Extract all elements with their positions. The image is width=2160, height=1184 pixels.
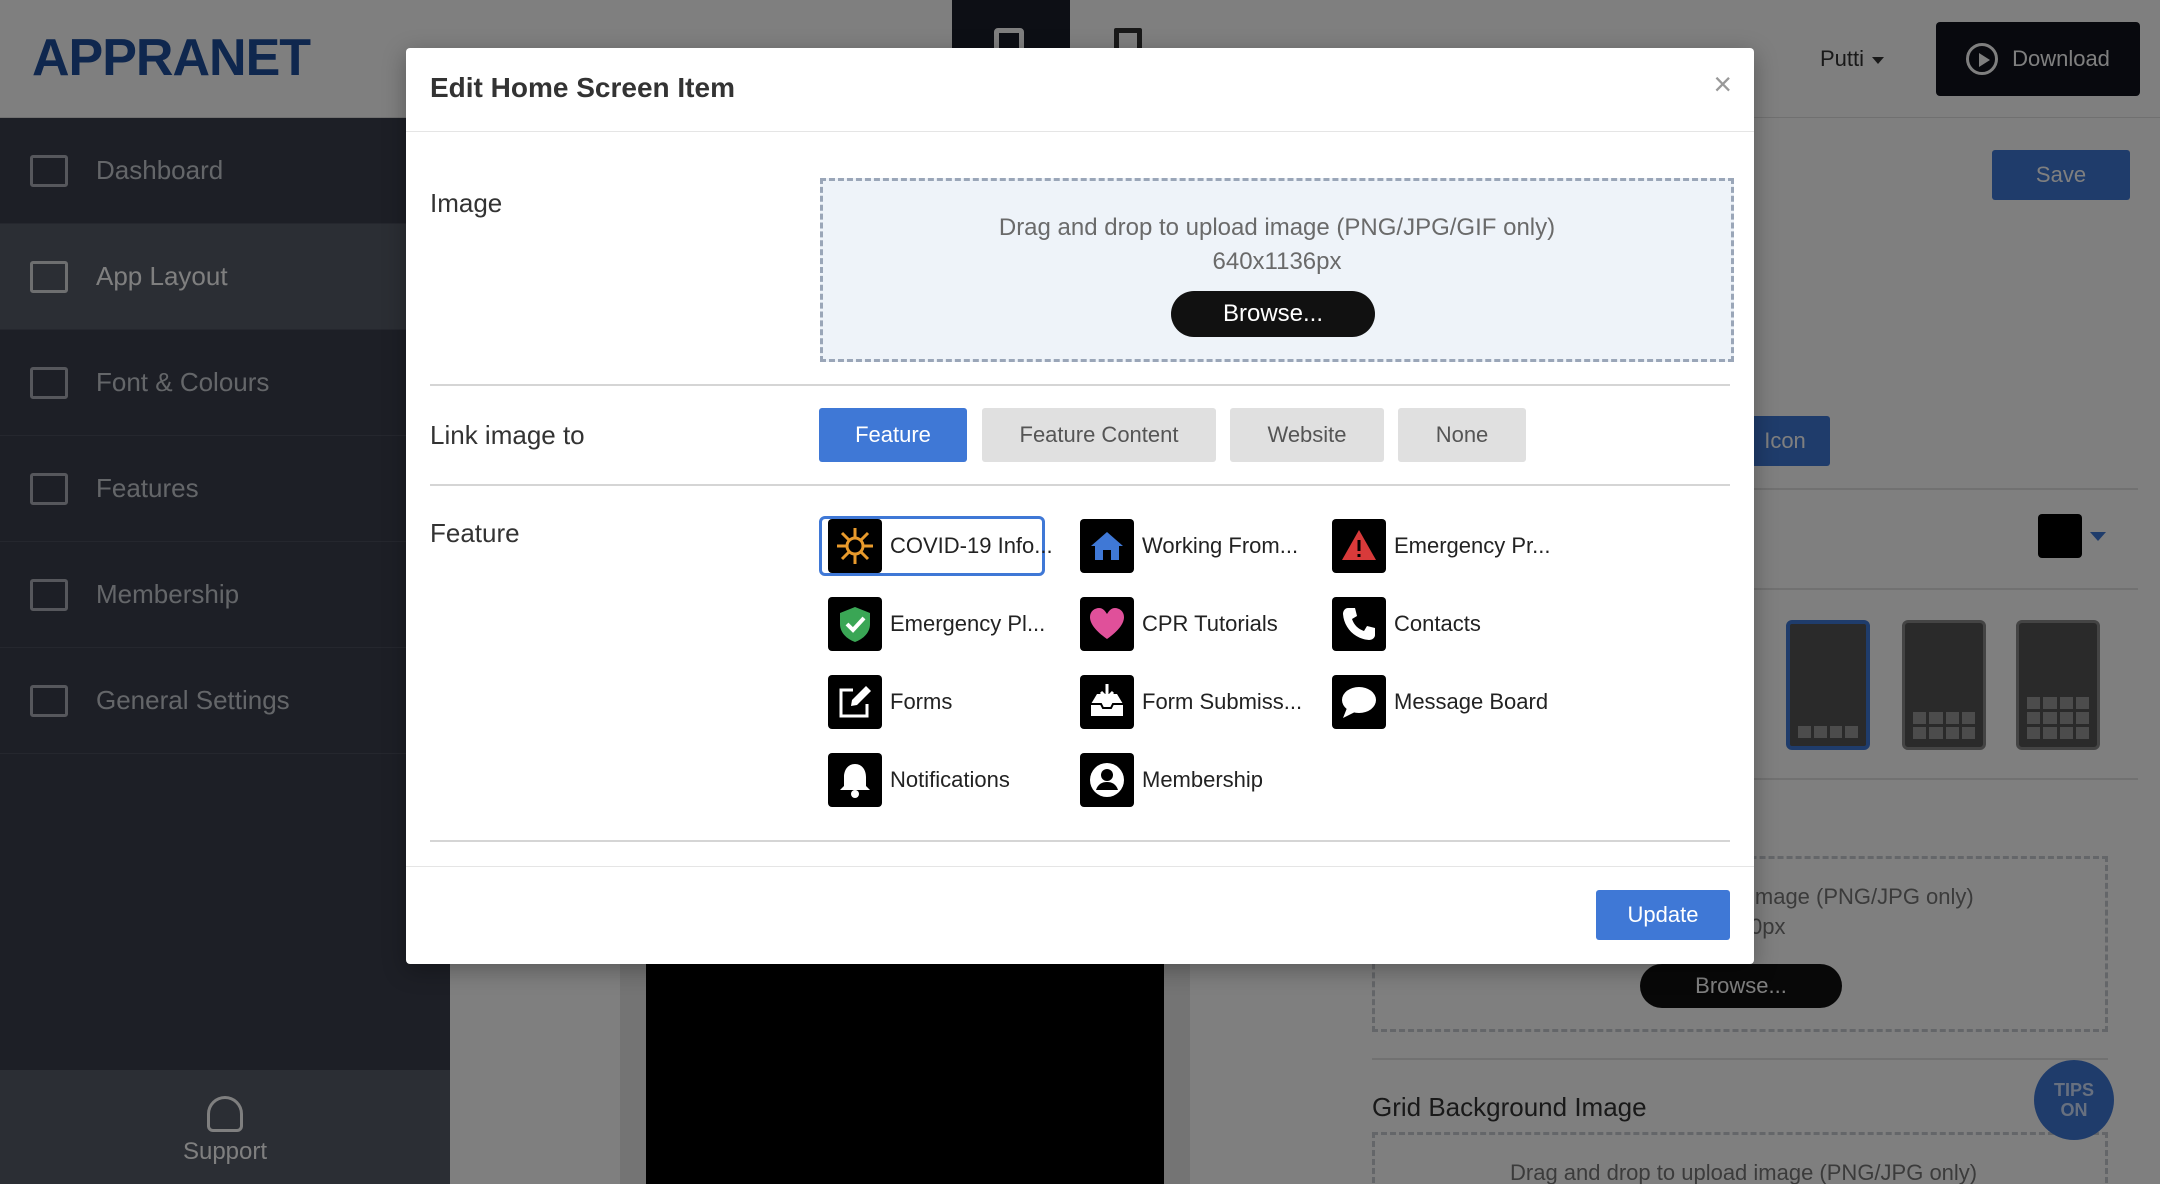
- link-image-to-label: Link image to: [430, 420, 585, 450]
- inbox-icon: [1080, 675, 1134, 729]
- link-option-feature[interactable]: Feature: [819, 408, 967, 462]
- feature-label: Message Board: [1394, 689, 1549, 714]
- shield-check-icon: [828, 597, 882, 651]
- feature-label: Working From...: [1142, 533, 1299, 558]
- user-circle-icon: [1080, 753, 1134, 807]
- modal-footer-divider: [406, 866, 1754, 867]
- feature-option-form-submissions[interactable]: Form Submiss...: [1071, 672, 1302, 732]
- feature-label: COVID-19 Info...: [890, 533, 1053, 558]
- link-option-website[interactable]: Website: [1230, 408, 1384, 462]
- warning-icon: [1332, 519, 1386, 573]
- modal-title: Edit Home Screen Item: [430, 72, 735, 103]
- feature-option-notifications[interactable]: Notifications: [819, 750, 1045, 810]
- feature-label: Contacts: [1394, 611, 1481, 636]
- edit-form-icon: [828, 675, 882, 729]
- feature-label: Emergency Pl...: [890, 611, 1046, 636]
- feature-option-membership[interactable]: Membership: [1071, 750, 1297, 810]
- feature-label: Feature: [430, 518, 520, 548]
- divider: [430, 484, 1730, 486]
- feature-option-covid-19[interactable]: COVID-19 Info...: [819, 516, 1053, 576]
- feature-label: Form Submiss...: [1142, 689, 1303, 714]
- feature-option-emergency-pl[interactable]: Emergency Pl...: [819, 594, 1045, 654]
- heart-icon: [1080, 597, 1134, 651]
- virus-icon: [828, 519, 882, 573]
- modal-header: Edit Home Screen Item ×: [406, 48, 1754, 132]
- edit-home-screen-item-modal: Edit Home Screen Item × Image Drag and d…: [406, 48, 1754, 964]
- home-icon: [1080, 519, 1134, 573]
- image-upload-dropzone[interactable]: Drag and drop to upload image (PNG/JPG/G…: [814, 172, 1740, 368]
- browse-button[interactable]: Browse...: [1171, 291, 1375, 337]
- feature-option-emergency-pr[interactable]: Emergency Pr...: [1323, 516, 1551, 576]
- feature-label: Membership: [1142, 767, 1264, 792]
- feature-option-forms[interactable]: Forms: [819, 672, 1045, 732]
- feature-option-working-from[interactable]: Working From...: [1071, 516, 1299, 576]
- divider: [430, 384, 1730, 386]
- feature-label: Emergency Pr...: [1394, 533, 1551, 558]
- phone-icon: [1332, 597, 1386, 651]
- feature-label: Forms: [890, 689, 953, 714]
- dropzone-instructions: Drag and drop to upload image (PNG/JPG/G…: [998, 214, 1556, 241]
- feature-label: CPR Tutorials: [1142, 611, 1278, 636]
- link-option-none[interactable]: None: [1398, 408, 1526, 462]
- close-icon[interactable]: ×: [1713, 68, 1732, 100]
- chat-bubble-icon: [1332, 675, 1386, 729]
- image-label: Image: [430, 188, 503, 218]
- divider: [430, 840, 1730, 842]
- link-option-feature-content[interactable]: Feature Content: [982, 408, 1216, 462]
- bell-icon: [828, 753, 882, 807]
- feature-option-message-board[interactable]: Message Board: [1323, 672, 1549, 732]
- feature-option-cpr-tutorials[interactable]: CPR Tutorials: [1071, 594, 1297, 654]
- feature-option-contacts[interactable]: Contacts: [1323, 594, 1549, 654]
- update-button[interactable]: Update: [1596, 890, 1730, 940]
- feature-label: Notifications: [890, 767, 1010, 792]
- dropzone-size: 640x1136px: [1212, 248, 1342, 275]
